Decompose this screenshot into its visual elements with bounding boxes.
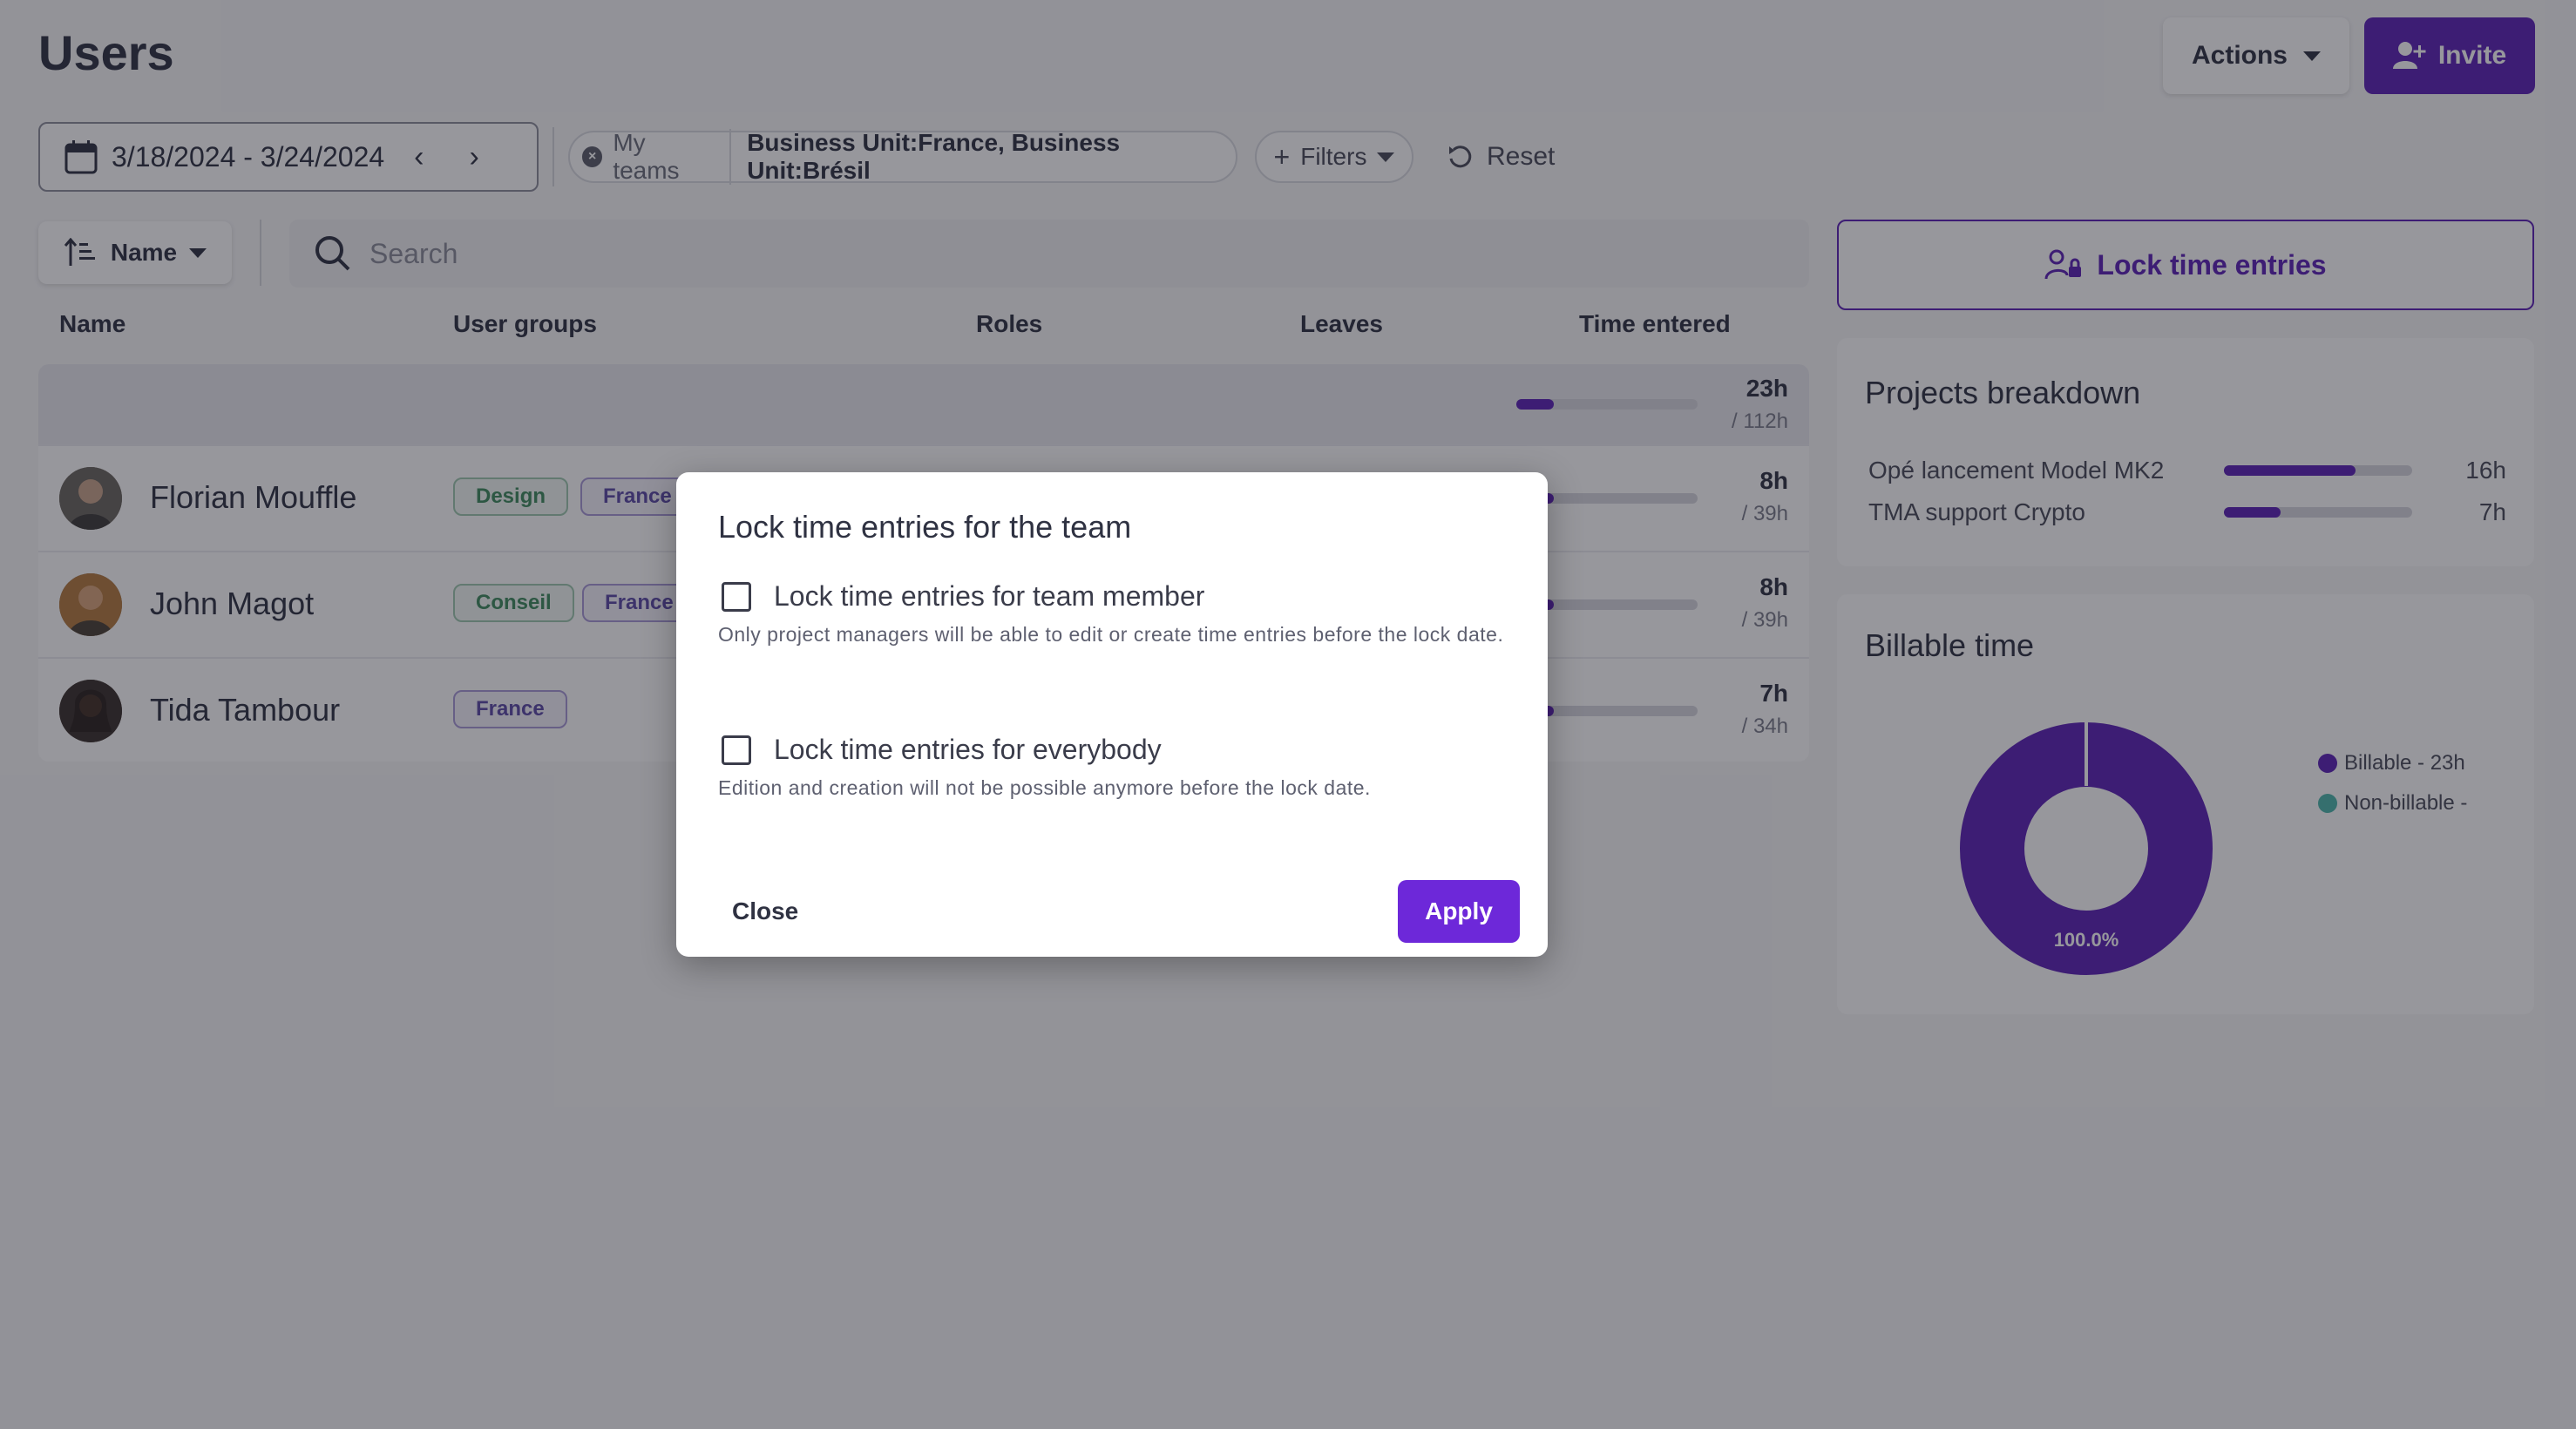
option-label[interactable]: Lock time entries for team member: [774, 580, 1204, 613]
option-description: Edition and creation will not be possibl…: [718, 776, 1371, 799]
option-label[interactable]: Lock time entries for everybody: [774, 734, 1162, 766]
modal-title: Lock time entries for the team: [718, 509, 1132, 545]
lock-time-entries-modal: Lock time entries for the team Lock time…: [676, 472, 1548, 957]
close-button[interactable]: Close: [732, 880, 798, 943]
option-everybody[interactable]: Lock time entries for everybody: [722, 734, 1162, 766]
option-description: Only project managers will be able to ed…: [718, 623, 1504, 646]
apply-button[interactable]: Apply: [1398, 880, 1520, 943]
users-page: Users Actions Invite 3/18/2024 - 3/24/20…: [0, 0, 2576, 1429]
team-member-checkbox[interactable]: [722, 581, 751, 612]
option-team-member[interactable]: Lock time entries for team member: [722, 580, 1204, 613]
everybody-checkbox[interactable]: [722, 735, 751, 765]
